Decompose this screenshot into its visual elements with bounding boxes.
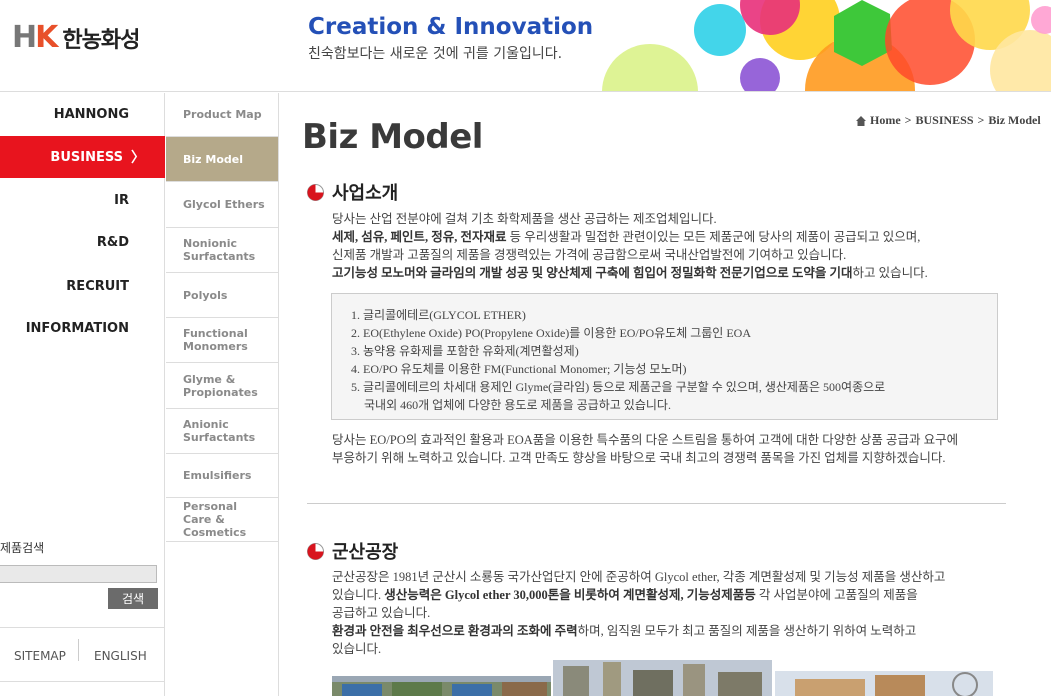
nav-label: R&D: [96, 234, 129, 250]
subnav-polyols[interactable]: Polyols: [166, 273, 278, 318]
site-header: HK 한농화성 Creation & Innovation 친숙함보다는 새로운…: [0, 0, 1051, 92]
plant-photo-3: [775, 671, 993, 696]
subnav-emulsifiers[interactable]: Emulsifiers: [166, 454, 278, 498]
breadcrumb-current: Biz Model: [988, 113, 1041, 127]
section-bullet-icon: [307, 183, 324, 201]
chevron-right-icon: 〉: [131, 150, 145, 166]
product-search-label: 제품검색: [0, 541, 45, 555]
text: 각 사업분야에 고품질의 제품을: [755, 588, 918, 602]
list-item: 국내외 460개 업체에 다양한 용도로 제품을 공급하고 있습니다.: [364, 398, 671, 412]
breadcrumb: Home > BUSINESS > Biz Model: [856, 113, 1041, 128]
subnav-nonionic-surfactants[interactable]: Nonionic Surfactants: [166, 228, 278, 273]
divider: [78, 639, 79, 661]
text: 있습니다.: [332, 588, 385, 602]
breadcrumb-separator: >: [977, 113, 985, 127]
business-summary-text: 당사는 EO/PO의 효과적인 활용과 EOA품을 이용한 특수품의 다운 스트…: [332, 431, 958, 467]
text-line: 고기능성 모노머와 글라임의 개발 성공 및 양산체제 구축에 힘입어 정밀화학…: [332, 264, 928, 282]
text: 등 우리생활과 밀접한 관련이있는 모든 제품군에 당사의 제품이 공급되고 있…: [506, 230, 921, 244]
text-line: 신제품 개발과 고품질의 제품을 경쟁력있는 가격에 공급함으로써 국내산업발전…: [332, 248, 847, 262]
text-line: 군산공장은 1981년 군산시 소룡동 국가산업단지 안에 준공하여 Glyco…: [332, 570, 946, 584]
bold-text: 환경과 안전을 최우선으로 환경과의 조화에 주력: [332, 624, 578, 638]
nav-label: BUSINESS: [50, 149, 123, 165]
list-item: 1. 글리콜에테르(GLYCOL ETHER): [351, 308, 526, 322]
section-divider: [307, 503, 1006, 504]
breadcrumb-home[interactable]: Home: [870, 113, 901, 128]
subnav-label: Personal Care & Cosmetics: [183, 500, 247, 539]
subnav-label: Glyme & Propionates: [183, 372, 258, 399]
subnav-label: Polyols: [183, 288, 228, 302]
sub-navigation: Product Map Biz Model Glycol Ethers Noni…: [166, 93, 279, 696]
page-title: Biz Model: [302, 117, 483, 157]
subnav-label: Glycol Ethers: [183, 198, 265, 211]
home-icon: [856, 115, 866, 126]
business-intro-text: 당사는 산업 전분야에 걸쳐 기초 화학제품을 생산 공급하는 제조업체입니다.…: [332, 210, 928, 282]
text-line: 있습니다. 생산능력은 Glycol ether 30,000톤을 비롯하여 계…: [332, 586, 945, 604]
text-line: 부응하기 위해 노력하고 있습니다. 고객 만족도 향상을 바탕으로 국내 최고…: [332, 451, 946, 465]
subnav-glyme-propionates[interactable]: Glyme & Propionates: [166, 363, 278, 409]
text-line: 있습니다.: [332, 642, 382, 656]
nav-recruit[interactable]: RECRUIT: [0, 265, 165, 307]
nav-rnd[interactable]: R&D: [0, 221, 165, 263]
nav-business[interactable]: BUSINESS 〉: [0, 136, 165, 178]
nav-label: HANNONG: [53, 106, 129, 122]
text-line: 세제, 섬유, 페인트, 정유, 전자재료 등 우리생활과 밀접한 관련이있는 …: [332, 228, 928, 246]
nav-ir[interactable]: IR: [0, 179, 165, 221]
text: 하며, 임직원 모두가 최고 품질의 제품을 생산하기 위하여 노력하고: [577, 624, 917, 638]
nav-label: RECRUIT: [66, 278, 129, 294]
list-item: 4. EO/PO 유도체를 이용한 FM(Functional Monomer;…: [351, 362, 687, 376]
sitemap-link[interactable]: SITEMAP: [14, 649, 66, 663]
text-line: 환경과 안전을 최우선으로 환경과의 조화에 주력하며, 임직원 모두가 최고 …: [332, 622, 945, 640]
nav-hannong[interactable]: HANNONG: [0, 93, 165, 135]
list-item: 3. 농약용 유화제를 포함한 유화제(계면활성제): [351, 344, 579, 358]
bold-text: 고기능성 모노머와 글라임의 개발 성공 및 양산체제 구축에 힘입어 정밀화학…: [332, 266, 853, 280]
subnav-functional-monomers[interactable]: Functional Monomers: [166, 318, 278, 363]
subnav-label: Product Map: [183, 108, 262, 121]
text: 하고 있습니다.: [852, 266, 928, 280]
divider: [0, 627, 165, 628]
main-navigation: HANNONG BUSINESS 〉 IR R&D RECRUIT INFORMA…: [0, 93, 165, 696]
plant-photo-1: [332, 676, 551, 696]
section-bullet-icon: [307, 542, 324, 560]
subnav-label: Anionic Surfactants: [183, 418, 256, 444]
section-title-text: 사업소개: [332, 183, 399, 204]
subnav-anionic-surfactants[interactable]: Anionic Surfactants: [166, 409, 278, 454]
subnav-glycol-ethers[interactable]: Glycol Ethers: [166, 182, 278, 228]
nav-information[interactable]: INFORMATION: [0, 307, 165, 349]
plant-photo-2: [553, 660, 772, 696]
breadcrumb-business[interactable]: BUSINESS: [916, 113, 974, 128]
subnav-label: Biz Model: [183, 152, 243, 166]
list-item: 2. EO(Ethylene Oxide) PO(Propylene Oxide…: [351, 326, 752, 340]
section-title-gunsan-plant: 군산공장: [307, 538, 398, 564]
product-group-list-box: 1. 글리콜에테르(GLYCOL ETHER) 2. EO(Ethylene O…: [331, 293, 998, 420]
breadcrumb-separator: >: [904, 113, 912, 127]
section-title-business-intro: 사업소개: [307, 179, 398, 205]
text-line: 당사는 EO/PO의 효과적인 활용과 EOA품을 이용한 특수품의 다운 스트…: [332, 433, 959, 447]
product-search-button[interactable]: 검색: [108, 588, 158, 609]
product-search-input[interactable]: [0, 565, 157, 583]
text-line: 당사는 산업 전분야에 걸쳐 기초 화학제품을 생산 공급하는 제조업체입니다.: [332, 212, 717, 226]
subnav-product-map[interactable]: Product Map: [166, 93, 278, 137]
english-link[interactable]: ENGLISH: [94, 649, 147, 663]
header-decoration: [602, 0, 1051, 91]
divider: [0, 681, 165, 682]
nav-label: INFORMATION: [25, 320, 129, 336]
nav-label: IR: [114, 192, 129, 208]
bold-text: 생산능력은 Glycol ether 30,000톤을 비롯하여 계면활성제, …: [384, 588, 756, 602]
subnav-label: Nonionic Surfactants: [183, 237, 256, 263]
subnav-label: Emulsifiers: [183, 469, 252, 482]
list-item: 5. 글리콜에테르의 차세대 용제인 Glyme(글라임) 등으로 제품군을 구…: [351, 380, 886, 394]
section-title-text: 군산공장: [332, 542, 399, 563]
bold-text: 세제, 섬유, 페인트, 정유, 전자재료: [332, 230, 507, 244]
subnav-biz-model[interactable]: Biz Model: [166, 137, 278, 182]
subnav-label: Functional Monomers: [183, 327, 248, 353]
gunsan-plant-text: 군산공장은 1981년 군산시 소룡동 국가산업단지 안에 준공하여 Glyco…: [332, 568, 945, 658]
subnav-personal-care[interactable]: Personal Care & Cosmetics: [166, 498, 278, 542]
text-line: 공급하고 있습니다.: [332, 606, 431, 620]
